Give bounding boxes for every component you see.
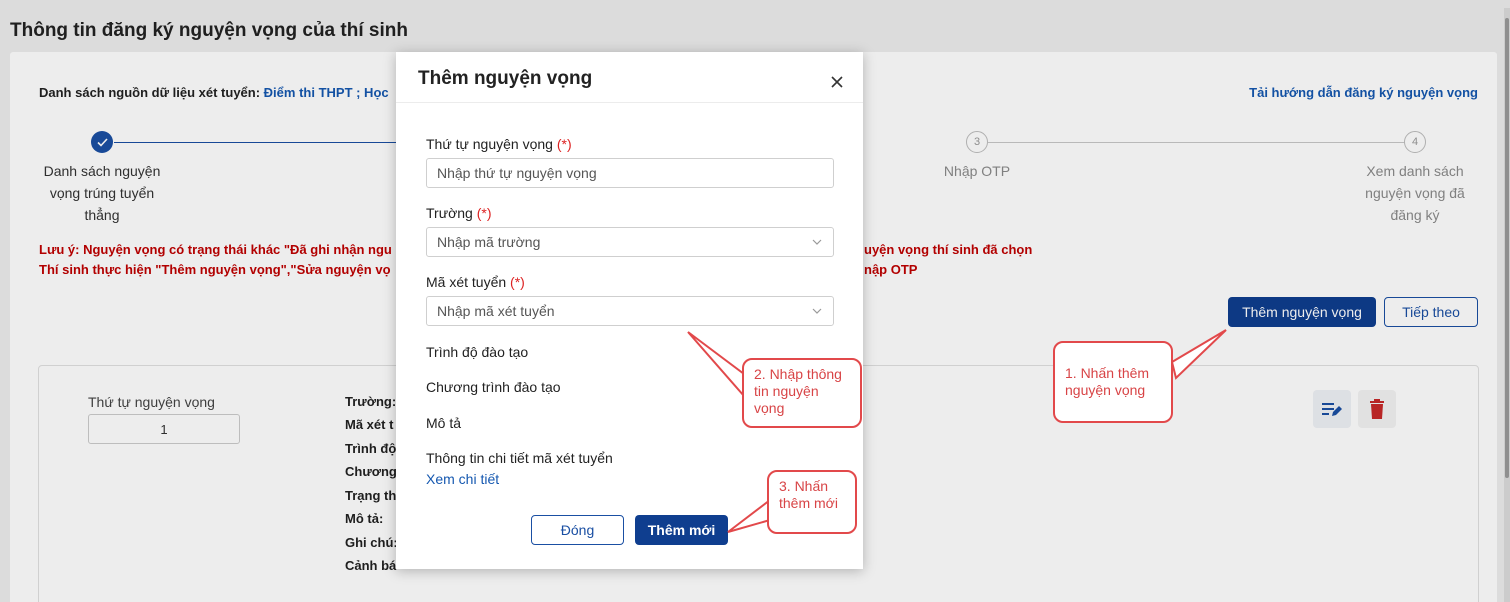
callout-3: 3. Nhấn thêm mới — [767, 470, 857, 534]
admission-code-placeholder: Nhập mã xét tuyển — [437, 303, 555, 319]
add-new-button[interactable]: Thêm mới — [635, 515, 728, 545]
training-level-label: Trình độ đào tạo — [426, 344, 529, 360]
code-field-label-text: Mã xét tuyển — [426, 274, 507, 290]
order-field-label: Thứ tự nguyện vọng (*) — [426, 136, 572, 152]
callout-1: 1. Nhấn thêm nguyện vọng — [1053, 341, 1173, 423]
required-mark: (*) — [476, 205, 492, 221]
required-mark: (*) — [556, 136, 572, 152]
training-program-label: Chương trình đào tạo — [426, 379, 561, 395]
code-detail-label: Thông tin chi tiết mã xét tuyển — [426, 450, 613, 466]
chevron-down-icon — [812, 308, 822, 314]
admission-code-select[interactable]: Nhập mã xét tuyển — [426, 296, 834, 326]
description-label: Mô tả — [426, 415, 462, 431]
close-button[interactable]: Đóng — [531, 515, 624, 545]
code-field-label: Mã xét tuyển (*) — [426, 274, 525, 290]
order-input[interactable]: Nhập thứ tự nguyện vọng — [426, 158, 834, 188]
school-field-label: Trường (*) — [426, 205, 492, 221]
callout-2: 2. Nhập thông tin nguyện vọng — [742, 358, 862, 428]
school-select[interactable]: Nhập mã trường — [426, 227, 834, 257]
required-mark: (*) — [510, 274, 525, 290]
modal-title: Thêm nguyện vọng — [418, 68, 593, 89]
chevron-down-icon — [812, 239, 822, 245]
modal-header-divider — [396, 102, 863, 103]
order-field-label-text: Thứ tự nguyện vọng — [426, 136, 553, 152]
view-detail-link[interactable]: Xem chi tiết — [426, 471, 499, 487]
school-field-label-text: Trường — [426, 205, 473, 221]
close-icon[interactable] — [827, 72, 847, 92]
school-select-placeholder: Nhập mã trường — [437, 234, 541, 250]
